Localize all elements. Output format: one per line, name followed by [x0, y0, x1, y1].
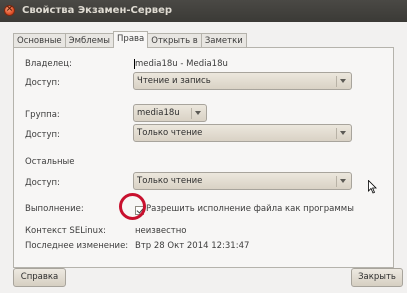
- dropdown-separator: [191, 108, 192, 119]
- tab-notes[interactable]: Заметки: [200, 33, 247, 48]
- owner-access-dropdown[interactable]: Чтение и запись: [133, 72, 352, 90]
- tab-permissions[interactable]: Права: [113, 31, 149, 48]
- close-icon[interactable]: [4, 4, 15, 16]
- owner-access-value: Чтение и запись: [137, 76, 211, 86]
- chevron-down-icon: [340, 79, 346, 83]
- selinux-value: неизвестно: [135, 226, 187, 236]
- window-titlebar: Свойства Экзамен-Сервер: [0, 0, 407, 22]
- owner-access-label: Доступ:: [25, 78, 60, 88]
- dropdown-separator: [336, 176, 337, 187]
- help-button[interactable]: Справка: [13, 268, 66, 287]
- properties-window: Основные Эмблемы Права Открыть в Заметки…: [0, 22, 407, 293]
- dropdown-separator: [336, 76, 337, 87]
- mouse-pointer-icon: [368, 180, 377, 194]
- others-access-label: Доступ:: [25, 178, 60, 188]
- tab-general[interactable]: Основные: [13, 33, 66, 48]
- others-heading: Остальные: [25, 157, 75, 167]
- highlight-circle: [119, 193, 146, 220]
- text-cursor: [134, 59, 135, 69]
- execute-label: Выполнение:: [25, 204, 84, 214]
- chevron-down-icon: [340, 131, 346, 135]
- modified-label: Последнее изменение:: [25, 241, 129, 251]
- dropdown-separator: [336, 128, 337, 139]
- others-access-value: Только чтение: [137, 176, 203, 186]
- tab-open-with[interactable]: Открыть в: [147, 33, 202, 48]
- execute-checkbox-label[interactable]: Разрешить исполнение файла как программы: [146, 204, 354, 214]
- group-access-value: Только чтение: [137, 128, 203, 138]
- group-access-dropdown[interactable]: Только чтение: [133, 124, 352, 142]
- chevron-down-icon: [340, 179, 346, 183]
- group-value: media18u: [137, 108, 180, 118]
- group-dropdown[interactable]: media18u: [133, 104, 207, 122]
- close-button[interactable]: Закрыть: [351, 268, 403, 287]
- window-title: Свойства Экзамен-Сервер: [22, 5, 173, 16]
- chevron-down-icon: [195, 111, 201, 115]
- tab-emblems[interactable]: Эмблемы: [64, 33, 115, 48]
- owner-label: Владелец:: [25, 59, 72, 69]
- others-access-dropdown[interactable]: Только чтение: [133, 172, 352, 190]
- selinux-label: Контекст SELinux:: [25, 226, 106, 236]
- group-label: Группа:: [25, 110, 60, 120]
- tab-bar: Основные Эмблемы Права Открыть в Заметки: [13, 31, 247, 48]
- modified-value: Втр 28 Окт 2014 12:31:47: [135, 241, 250, 251]
- group-access-label: Доступ:: [25, 130, 60, 140]
- owner-value: media18u - Media18u: [135, 59, 228, 69]
